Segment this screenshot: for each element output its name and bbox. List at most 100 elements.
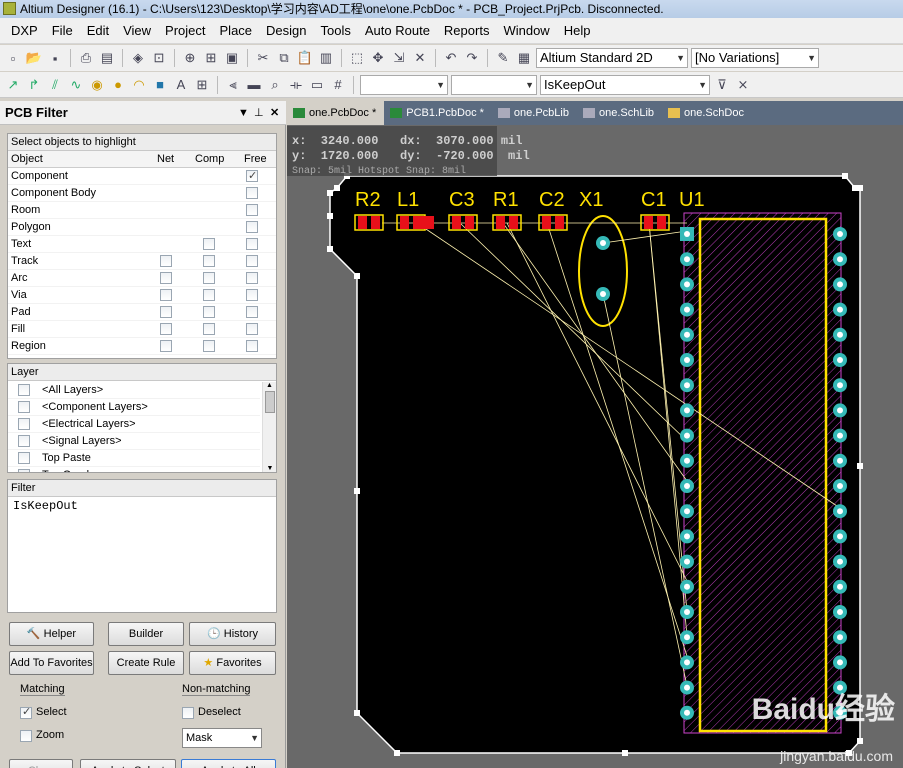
layer-checkbox[interactable] (18, 452, 30, 464)
place-string-icon[interactable]: A (172, 76, 190, 94)
net-checkbox[interactable] (160, 255, 172, 267)
free-checkbox[interactable] (246, 255, 258, 267)
object-row[interactable]: Fill (8, 321, 276, 338)
tab-pcb1-pcbdoc[interactable]: PCB1.PcbDoc * (384, 101, 492, 125)
interactive-route-icon[interactable]: ↗ (4, 76, 22, 94)
free-checkbox[interactable] (246, 289, 258, 301)
place-via-icon[interactable]: ● (109, 76, 127, 94)
scroll-down-icon[interactable]: ▼ (263, 465, 277, 472)
layer-checkbox[interactable] (18, 384, 30, 396)
free-checkbox[interactable] (246, 238, 258, 250)
edit-pencil-icon[interactable]: ✎ (494, 49, 512, 67)
layer-row[interactable]: <Electrical Layers> (8, 416, 260, 433)
builder-button[interactable]: Builder (108, 622, 184, 646)
save-icon[interactable]: ▪ (46, 49, 64, 67)
menu-reports[interactable]: Reports (437, 18, 497, 44)
apply-filter-icon[interactable]: ⊽ (713, 76, 731, 94)
create-rule-button[interactable]: Create Rule (108, 651, 184, 675)
comp-checkbox[interactable] (203, 323, 215, 335)
layer-checkbox[interactable] (18, 401, 30, 413)
close-icon[interactable]: ✕ (270, 101, 279, 125)
undo-icon[interactable]: ↶ (442, 49, 460, 67)
helper-button[interactable]: 🔨 Helper (9, 622, 94, 646)
net-checkbox[interactable] (160, 306, 172, 318)
layer-checkbox[interactable] (18, 469, 30, 472)
select-area-icon[interactable]: ⬚ (348, 49, 366, 67)
object-row[interactable]: Text (8, 236, 276, 253)
pin-icon[interactable]: ⊥ (254, 101, 264, 125)
variations-combo[interactable]: [No Variations] ▼ (691, 48, 819, 68)
free-checkbox[interactable] (246, 221, 258, 233)
3d-layer-icon[interactable]: ◈ (129, 49, 147, 67)
history-button[interactable]: 🕒 History (189, 622, 276, 646)
clear-filter-icon[interactable]: ✕ (411, 49, 429, 67)
pcb-workspace[interactable]: one.PcbDoc * PCB1.PcbDoc * one.PcbLib on… (287, 101, 903, 768)
net-checkbox[interactable] (160, 323, 172, 335)
filter-expression-input[interactable]: IsKeepOut (8, 497, 276, 515)
net-class-combo[interactable]: ▼ (360, 74, 448, 95)
object-row[interactable]: Polygon (8, 219, 276, 236)
free-checkbox[interactable] (246, 306, 258, 318)
object-row[interactable]: Component Body (8, 185, 276, 202)
zoom-checkbox-row[interactable]: Zoom (20, 729, 100, 745)
room-icon[interactable]: ▭ (308, 76, 326, 94)
tune-length-icon[interactable]: ∿ (67, 76, 85, 94)
menu-window[interactable]: Window (496, 18, 556, 44)
net-checkbox[interactable] (160, 289, 172, 301)
paste-icon[interactable]: 📋 (296, 49, 314, 67)
move-icon[interactable]: ✥ (369, 49, 387, 67)
tab-one-schdoc[interactable]: one.SchDoc (662, 101, 752, 125)
net-checkbox[interactable] (160, 272, 172, 284)
scroll-thumb[interactable] (264, 391, 275, 413)
object-row[interactable]: Pad (8, 304, 276, 321)
redo-icon[interactable]: ↷ (463, 49, 481, 67)
zoom-area-icon[interactable]: ⊕ (181, 49, 199, 67)
comp-checkbox[interactable] (203, 340, 215, 352)
route-multiple-icon[interactable]: ⫽ (46, 76, 64, 94)
place-pad-icon[interactable]: ◉ (88, 76, 106, 94)
print-preview-icon[interactable]: ▤ (98, 49, 116, 67)
layer-scrollbar[interactable]: ▲ ▼ (262, 382, 276, 472)
object-row[interactable]: Room (8, 202, 276, 219)
place-dimension-icon[interactable]: ⟛ (287, 76, 305, 94)
menu-place[interactable]: Place (213, 18, 260, 44)
layer-checkbox[interactable] (18, 418, 30, 430)
select-checkbox-row[interactable]: Select (20, 705, 100, 722)
layer-row[interactable]: <All Layers> (8, 382, 260, 399)
tab-one-pcbdoc[interactable]: one.PcbDoc * (287, 101, 385, 125)
menu-tools[interactable]: Tools (314, 18, 358, 44)
menu-view[interactable]: View (116, 18, 158, 44)
scroll-up-icon[interactable]: ▲ (263, 382, 276, 389)
free-checkbox[interactable] (246, 204, 258, 216)
free-checkbox[interactable] (246, 340, 258, 352)
object-row[interactable]: Region (8, 338, 276, 355)
layer-row[interactable]: <Component Layers> (8, 399, 260, 416)
zoom-fit-icon[interactable]: ⊡ (150, 49, 168, 67)
layer-checkbox[interactable] (18, 435, 30, 447)
free-checkbox[interactable] (246, 168, 258, 185)
menu-dxp[interactable]: DXP (4, 18, 45, 44)
menu-edit[interactable]: Edit (80, 18, 116, 44)
zoom-checkbox[interactable] (20, 730, 32, 742)
deselect-checkbox-row[interactable]: Deselect (182, 706, 272, 722)
view-config-combo[interactable]: Altium Standard 2D ▼ (536, 48, 688, 68)
zoom-component-icon[interactable]: ▣ (223, 49, 241, 67)
favorites-button[interactable]: ★ Favorites (189, 651, 276, 675)
menu-design[interactable]: Design (259, 18, 313, 44)
clear-query-icon[interactable]: ⨯ (734, 76, 752, 94)
place-component-icon[interactable]: ⊞ (193, 76, 211, 94)
open-folder-icon[interactable]: 📂 (25, 49, 43, 67)
panel-menu-icon[interactable]: ▼ (238, 101, 249, 125)
layer-color-icon[interactable]: ▬ (245, 76, 263, 94)
apply-to-all-button[interactable]: Apply to All (181, 759, 276, 768)
layer-row[interactable]: <Signal Layers> (8, 433, 260, 450)
zoom-selected-icon[interactable]: ⊞ (202, 49, 220, 67)
comp-checkbox[interactable] (203, 238, 215, 250)
mask-dropdown[interactable]: Mask ▼ (182, 728, 262, 748)
menu-file[interactable]: File (45, 18, 80, 44)
free-checkbox[interactable] (246, 187, 258, 199)
clear-button[interactable]: Clear (9, 759, 73, 768)
align-icon[interactable]: ⫷ (224, 76, 242, 94)
layer-row[interactable]: Top Overlay (8, 467, 260, 472)
route-diff-pair-icon[interactable]: ↱ (25, 76, 43, 94)
